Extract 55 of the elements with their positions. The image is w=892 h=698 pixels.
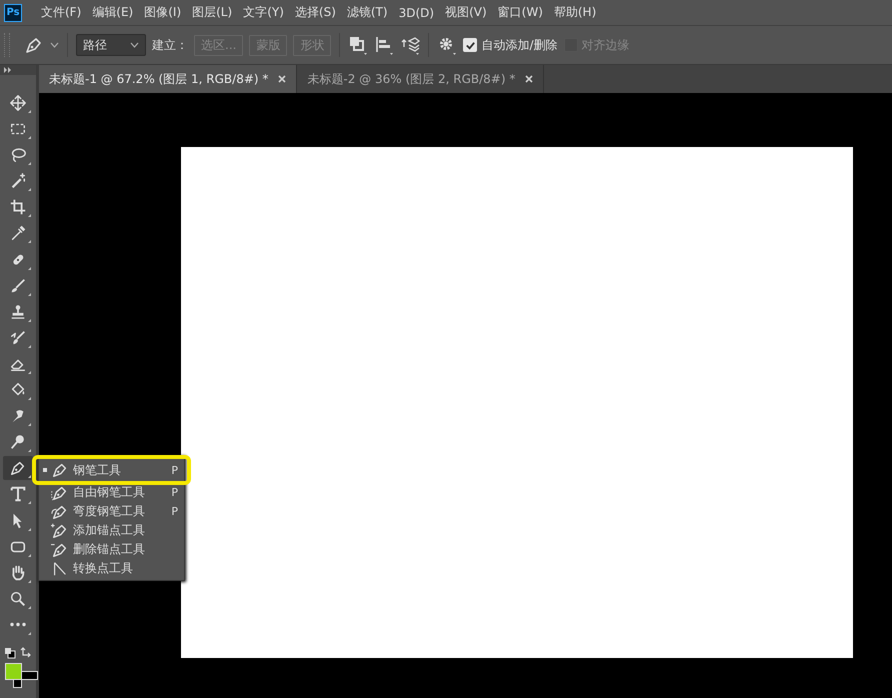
menu-item[interactable]: 选择(S) xyxy=(290,4,341,21)
magic-wand-icon xyxy=(9,172,27,190)
expand-icon[interactable] xyxy=(4,67,12,73)
swap-colors-icon[interactable] xyxy=(20,646,32,659)
letter-t-icon xyxy=(9,485,27,504)
tab-title: 未标题-2 @ 36% (图层 2, RGB/8#) * xyxy=(307,70,516,88)
pen-icon xyxy=(51,461,69,479)
dodge-icon xyxy=(9,433,27,452)
flyout-menu-item[interactable]: 删除锚点工具 xyxy=(39,540,184,559)
menu-item[interactable]: 滤镜(T) xyxy=(342,4,393,21)
path-alignment-icon[interactable] xyxy=(374,35,394,55)
menu-item[interactable]: 编辑(E) xyxy=(87,4,138,21)
eyedropper-icon xyxy=(9,224,27,242)
stamp-icon xyxy=(9,302,27,321)
flyout-menu-item[interactable]: 添加锚点工具 xyxy=(39,521,184,540)
path-operations-icon[interactable] xyxy=(348,35,368,55)
panel-grip xyxy=(4,33,10,57)
chevron-down-icon[interactable] xyxy=(50,42,59,48)
tab-title: 未标题-1 @ 67.2% (图层 1, RGB/8#) * xyxy=(49,70,268,88)
checkbox-label: 自动添加/删除 xyxy=(481,36,558,54)
history-brush-icon xyxy=(9,328,27,347)
brush-icon xyxy=(9,276,27,295)
lasso-icon xyxy=(9,146,27,164)
dots-icon xyxy=(9,622,27,628)
selected-bullet-icon xyxy=(43,468,47,472)
flyout-menu-item[interactable]: 弯度钢笔工具 P xyxy=(39,502,184,521)
menu-item[interactable]: 图层(L) xyxy=(187,4,238,21)
app-logo[interactable]: Ps xyxy=(4,4,22,22)
pen-icon xyxy=(9,459,27,478)
mode-dropdown[interactable]: 路径 xyxy=(76,34,146,56)
magnifier-icon xyxy=(9,590,27,608)
path-arrangement-icon[interactable] xyxy=(400,35,420,55)
menu-item[interactable]: 帮助(H) xyxy=(548,4,602,21)
close-icon[interactable] xyxy=(278,75,286,83)
menu-item[interactable]: 3D(D) xyxy=(394,6,440,20)
menu-item[interactable]: 文字(Y) xyxy=(238,4,289,21)
menu-item[interactable]: 视图(V) xyxy=(440,4,492,21)
flyout-menu-item[interactable]: 转换点工具 xyxy=(39,559,184,578)
move-icon xyxy=(9,94,27,112)
foreground-color-swatch[interactable] xyxy=(5,662,22,680)
crop-icon xyxy=(9,198,27,216)
tool-button[interactable] xyxy=(3,456,33,480)
flyout-menu-item[interactable]: 钢笔工具 P xyxy=(35,458,188,482)
flyout-menu-item[interactable]: 自由钢笔工具 P xyxy=(39,483,184,502)
close-icon[interactable] xyxy=(525,75,534,83)
background-color-swatch[interactable] xyxy=(21,670,38,680)
chevron-down-icon xyxy=(130,42,139,48)
default-colors-icon[interactable] xyxy=(4,646,16,659)
gear-icon[interactable] xyxy=(437,35,458,55)
menu-item[interactable]: 图像(I) xyxy=(139,4,186,21)
make-label: 建立： xyxy=(152,36,188,54)
add-anchor-pen-icon xyxy=(51,522,69,540)
menu-item[interactable]: 窗口(W) xyxy=(492,4,548,21)
menu-item[interactable]: 文件(F) xyxy=(36,4,86,21)
document-tab[interactable]: 未标题-1 @ 67.2% (图层 1, RGB/8#) * xyxy=(39,65,298,93)
